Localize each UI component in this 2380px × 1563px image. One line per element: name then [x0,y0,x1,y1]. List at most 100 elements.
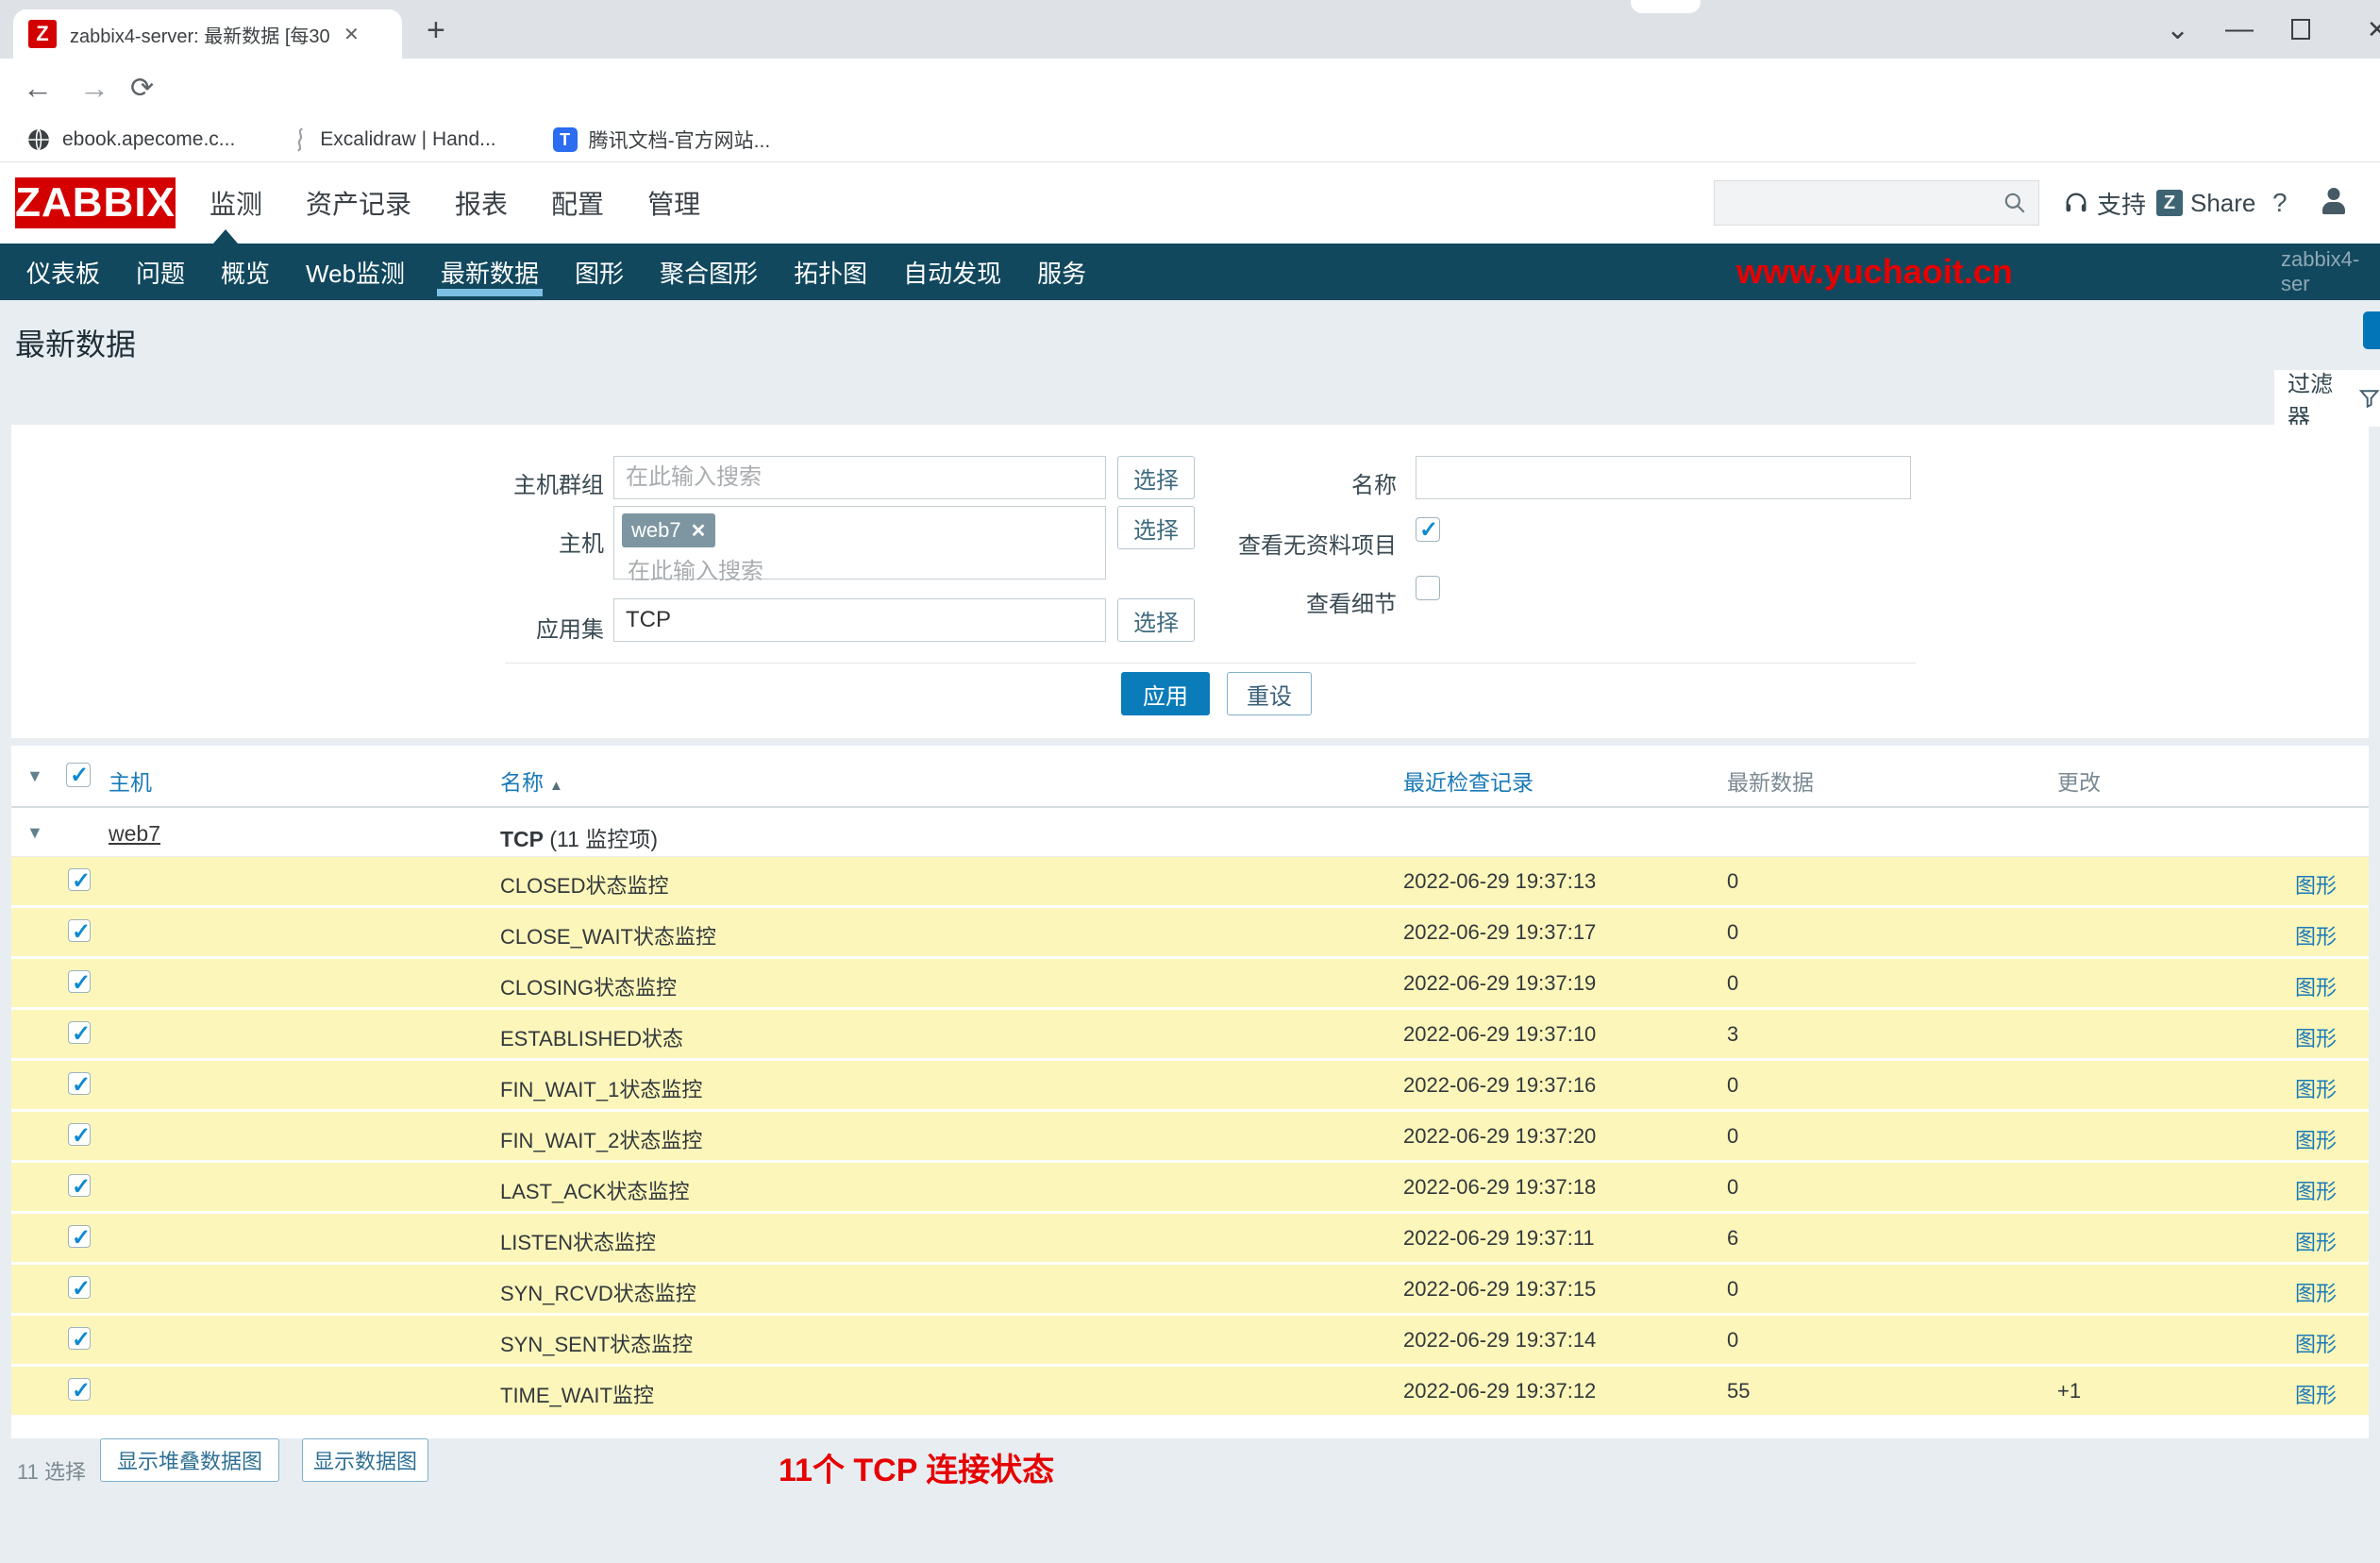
display-stacked-graph-button[interactable]: 显示堆叠数据图 [100,1438,279,1482]
user-profile-icon[interactable] [2317,162,2351,244]
graph-link[interactable]: 图形 [2295,869,2337,899]
window-drag-region [1631,0,1701,13]
application-label: 应用集 [415,611,604,644]
table-row: ✓ ESTABLISHED状态 2022-06-29 19:37:10 3 图形 [11,1010,2369,1058]
row-checkbox[interactable]: ✓ [68,919,91,942]
subnav-graphs[interactable]: 图形 [561,244,637,300]
window-minimize-button[interactable]: — [2225,0,2254,59]
subnav-maps[interactable]: 拓扑图 [780,244,880,300]
graph-link[interactable]: 图形 [2295,1226,2337,1256]
help-link[interactable]: ? [2272,162,2288,244]
column-last-check[interactable]: 最近检查记录 [1403,765,1534,797]
bookmark-item[interactable]: Excalidraw | Hand... [292,126,495,153]
name-input[interactable] [1416,456,1911,499]
browser-tab-strip: Z zabbix4-server: 最新数据 [每30 ✕ + ⌄ — ✕ [0,0,2380,59]
host-search-placeholder: 在此输入搜索 [628,552,763,585]
item-last-value: 55 [1727,1379,1750,1403]
host-chip[interactable]: web7 ✕ [622,513,715,547]
subnav-screens[interactable]: 聚合图形 [646,244,771,300]
selected-count-label: 11 选择 [17,1455,86,1486]
row-checkbox[interactable]: ✓ [68,1276,91,1299]
window-maximize-button[interactable] [2291,0,2310,59]
column-host[interactable]: 主机 [109,765,152,797]
filter-divider [505,663,1916,664]
row-checkbox[interactable]: ✓ [68,1072,91,1095]
subnav-web[interactable]: Web监测 [293,244,418,300]
forward-icon[interactable]: → [79,59,109,118]
row-checkbox[interactable]: ✓ [68,1378,91,1401]
nav-reports[interactable]: 报表 [444,184,519,222]
reset-button[interactable]: 重设 [1227,672,1312,715]
collapse-group-icon[interactable]: ▼ [26,823,43,843]
subnav-overview[interactable]: 概览 [208,244,283,300]
row-checkbox[interactable]: ✓ [68,1021,91,1044]
support-link[interactable]: 支持 [2063,162,2146,244]
table-row: ✓ LAST_ACK状态监控 2022-06-29 19:37:18 0 图形 [11,1163,2369,1211]
row-checkbox[interactable]: ✓ [68,1123,91,1146]
reload-icon[interactable]: ⟳ [130,59,154,118]
active-nav-indicator [213,229,238,244]
graph-link[interactable]: 图形 [2295,971,2337,1001]
select-all-checkbox[interactable]: ✓ [66,763,91,787]
tab-close-icon[interactable]: ✕ [344,23,360,46]
item-last-value: 0 [1727,1175,1738,1200]
kiosk-mode-button[interactable] [2363,311,2380,349]
column-name[interactable]: 名称▲ [500,765,563,797]
subnav-services[interactable]: 服务 [1024,244,1099,300]
filter-tab[interactable]: 过滤器 [2274,370,2380,427]
back-icon[interactable]: ← [23,59,53,118]
item-last-check: 2022-06-29 19:37:20 [1403,1124,1596,1149]
funnel-icon [2358,386,2380,411]
row-checkbox[interactable]: ✓ [68,1174,91,1197]
graph-link[interactable]: 图形 [2295,1379,2337,1409]
row-checkbox[interactable]: ✓ [68,970,91,993]
host-name-link[interactable]: web7 [109,821,160,847]
subnav-dashboard[interactable]: 仪表板 [13,244,113,300]
nav-administration[interactable]: 管理 [636,184,712,222]
chip-remove-icon[interactable]: ✕ [691,519,707,543]
nav-inventory[interactable]: 资产记录 [294,184,423,222]
display-graph-button[interactable]: 显示数据图 [302,1438,428,1482]
graph-link[interactable]: 图形 [2295,1328,2337,1358]
browser-tab[interactable]: Z zabbix4-server: 最新数据 [每30 ✕ [13,9,402,59]
item-last-value: 0 [1727,1277,1738,1302]
table-row: ✓ CLOSE_WAIT状态监控 2022-06-29 19:37:17 0 图… [11,908,2369,956]
item-name: CLOSED状态监控 [500,869,668,899]
show-without-data-checkbox[interactable]: ✓ [1416,517,1440,542]
tab-search-chevron-icon[interactable]: ⌄ [2166,0,2189,59]
graph-link[interactable]: 图形 [2295,920,2337,950]
header-search-input[interactable] [1714,180,2039,226]
row-checkbox[interactable]: ✓ [68,1225,91,1248]
nav-monitoring[interactable]: 监测 [198,184,274,222]
collapse-all-icon[interactable]: ▼ [26,766,43,786]
zabbix-logo[interactable]: ZABBIX [15,177,176,228]
column-last-value: 最新数据 [1727,765,1814,797]
application-input[interactable] [613,598,1106,642]
main-nav: 监测 资产记录 报表 配置 管理 [198,162,712,244]
subnav-latest-data[interactable]: 最新数据 [427,244,552,300]
host-multiselect[interactable]: web7 ✕ 在此输入搜索 [613,506,1106,580]
show-details-checkbox[interactable]: ✓ [1416,576,1440,600]
subnav-problems[interactable]: 问题 [123,244,198,300]
graph-link[interactable]: 图形 [2295,1022,2337,1052]
table-row: ✓ FIN_WAIT_1状态监控 2022-06-29 19:37:16 0 图… [11,1061,2369,1109]
new-tab-button[interactable]: + [427,9,445,51]
row-checkbox[interactable]: ✓ [68,1327,91,1350]
bookmark-item[interactable]: T 腾讯文档-官方网站... [553,126,771,154]
application-select-button[interactable]: 选择 [1117,598,1195,642]
subnav-discovery[interactable]: 自动发现 [890,244,1014,300]
apply-button[interactable]: 应用 [1121,672,1210,715]
graph-link[interactable]: 图形 [2295,1175,2337,1205]
latest-data-page: 最新数据 过滤器 主机群组 选择 主机 web7 ✕ 在此输入搜索 选择 应用集 [0,300,2380,1563]
share-link[interactable]: Z Share [2156,162,2255,244]
host-group-input[interactable] [613,456,1106,499]
bookmark-item[interactable]: ebook.apecome.c... [26,127,235,152]
graph-link[interactable]: 图形 [2295,1073,2337,1103]
graph-link[interactable]: 图形 [2295,1277,2337,1307]
nav-configuration[interactable]: 配置 [540,184,615,222]
search-icon [2003,191,2027,215]
host-group-select-button[interactable]: 选择 [1117,456,1195,499]
row-checkbox[interactable]: ✓ [68,868,91,891]
window-close-button[interactable]: ✕ [2367,0,2380,59]
graph-link[interactable]: 图形 [2295,1124,2337,1154]
